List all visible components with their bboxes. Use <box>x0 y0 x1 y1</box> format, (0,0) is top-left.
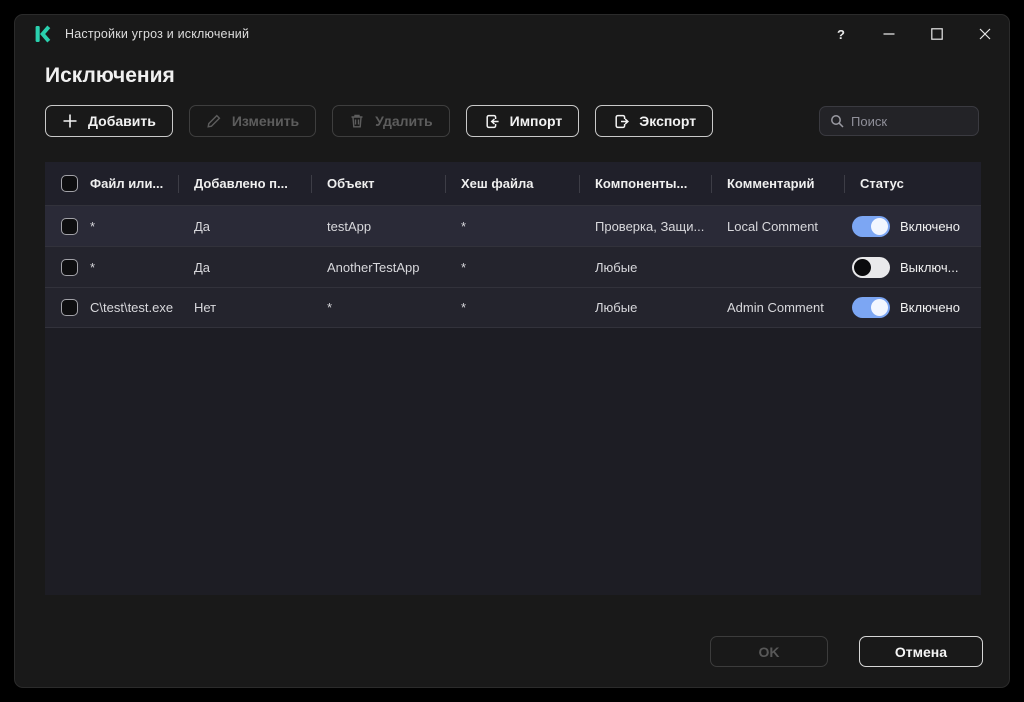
cell-added-by: Да <box>194 218 211 234</box>
status-toggle[interactable] <box>852 256 890 278</box>
cell-hash: * <box>461 218 467 234</box>
close-icon <box>979 28 991 40</box>
help-button[interactable]: ? <box>817 15 865 53</box>
import-button[interactable]: Импорт <box>465 105 580 137</box>
column-header-added-by[interactable]: Добавлено п... <box>178 162 311 205</box>
search-input[interactable] <box>851 113 968 129</box>
maximize-button[interactable] <box>913 15 961 53</box>
row-checkbox[interactable] <box>61 217 78 235</box>
cell-components: Проверка, Защи... <box>595 218 705 234</box>
trash-icon <box>351 114 363 128</box>
edit-button[interactable]: Изменить <box>188 105 317 137</box>
maximize-icon <box>931 28 943 40</box>
add-button[interactable]: Добавить <box>45 105 173 137</box>
export-button-label: Экспорт <box>639 113 697 129</box>
column-header-status[interactable]: Статус <box>844 162 979 205</box>
column-header-label: Файл или... <box>90 176 164 191</box>
settings-window: Настройки угроз и исключений ? Исключени… <box>14 14 1010 688</box>
kaspersky-logo-icon <box>35 25 51 43</box>
ok-button[interactable]: OK <box>710 636 828 667</box>
edit-button-label: Изменить <box>231 113 300 129</box>
cancel-button[interactable]: Отмена <box>859 636 983 667</box>
column-header-label: Добавлено п... <box>194 176 288 191</box>
column-header-object[interactable]: Объект <box>311 162 445 205</box>
cell-file: * <box>90 218 96 234</box>
column-header-label: Хеш файла <box>461 176 534 191</box>
column-header-label: Статус <box>860 176 904 191</box>
table-row[interactable]: * Да testApp * Проверка, Защи... Local C… <box>45 205 981 246</box>
column-header-hash[interactable]: Хеш файла <box>445 162 579 205</box>
table-header-row: Файл или... Добавлено п... Объект Хеш фа… <box>45 162 981 205</box>
cell-file: C\test\test.exe <box>90 300 174 315</box>
status-toggle[interactable] <box>852 215 890 237</box>
delete-button[interactable]: Удалить <box>332 105 450 137</box>
exclusions-table: Файл или... Добавлено п... Объект Хеш фа… <box>45 162 981 595</box>
export-icon <box>615 114 630 128</box>
cell-comment: Admin Comment <box>727 300 824 315</box>
toolbar: Добавить Изменить Удалить Импорт Экспорт… <box>45 105 979 137</box>
cell-components: Любые <box>595 300 638 315</box>
plus-icon <box>63 114 77 128</box>
cell-file: * <box>90 259 96 275</box>
cell-added-by: Да <box>194 259 211 275</box>
cell-comment: Local Comment <box>727 218 819 234</box>
row-checkbox[interactable] <box>61 299 78 316</box>
cell-components: Любые <box>595 259 638 275</box>
import-icon <box>486 114 499 128</box>
pencil-icon <box>207 114 221 128</box>
status-toggle[interactable] <box>852 297 890 318</box>
select-all-checkbox[interactable] <box>61 175 78 192</box>
status-label: Включено <box>900 218 960 234</box>
column-header-file[interactable]: Файл или... <box>45 162 178 205</box>
status-label: Включено <box>900 300 960 315</box>
close-button[interactable] <box>961 15 1009 53</box>
table-row[interactable]: * Да AnotherTestApp * Любые Выключ... <box>45 246 981 287</box>
column-header-label: Объект <box>327 176 375 191</box>
titlebar: Настройки угроз и исключений ? <box>15 15 1009 53</box>
minimize-button[interactable] <box>865 15 913 53</box>
table-row[interactable]: C\test\test.exe Нет * * Любые Admin Comm… <box>45 287 981 328</box>
status-label: Выключ... <box>900 259 959 275</box>
cell-object: * <box>327 300 333 315</box>
cell-added-by: Нет <box>194 300 217 315</box>
add-button-label: Добавить <box>88 113 156 129</box>
export-button[interactable]: Экспорт <box>595 105 714 137</box>
window-title: Настройки угроз и исключений <box>65 27 250 41</box>
minimize-icon <box>883 33 895 35</box>
row-checkbox[interactable] <box>61 258 78 276</box>
column-header-comment[interactable]: Комментарий <box>711 162 844 205</box>
delete-button-label: Удалить <box>375 113 433 129</box>
import-button-label: Импорт <box>509 113 563 129</box>
column-header-label: Комментарий <box>727 176 815 191</box>
column-header-label: Компоненты... <box>595 176 688 191</box>
footer: OK Отмена <box>710 636 983 667</box>
cell-hash: * <box>461 300 467 315</box>
cell-hash: * <box>461 259 467 275</box>
search-box[interactable] <box>819 106 979 136</box>
cell-object: AnotherTestApp <box>327 259 420 275</box>
search-icon <box>831 115 844 128</box>
column-header-components[interactable]: Компоненты... <box>579 162 711 205</box>
cell-object: testApp <box>327 218 372 234</box>
page-title: Исключения <box>45 64 175 87</box>
